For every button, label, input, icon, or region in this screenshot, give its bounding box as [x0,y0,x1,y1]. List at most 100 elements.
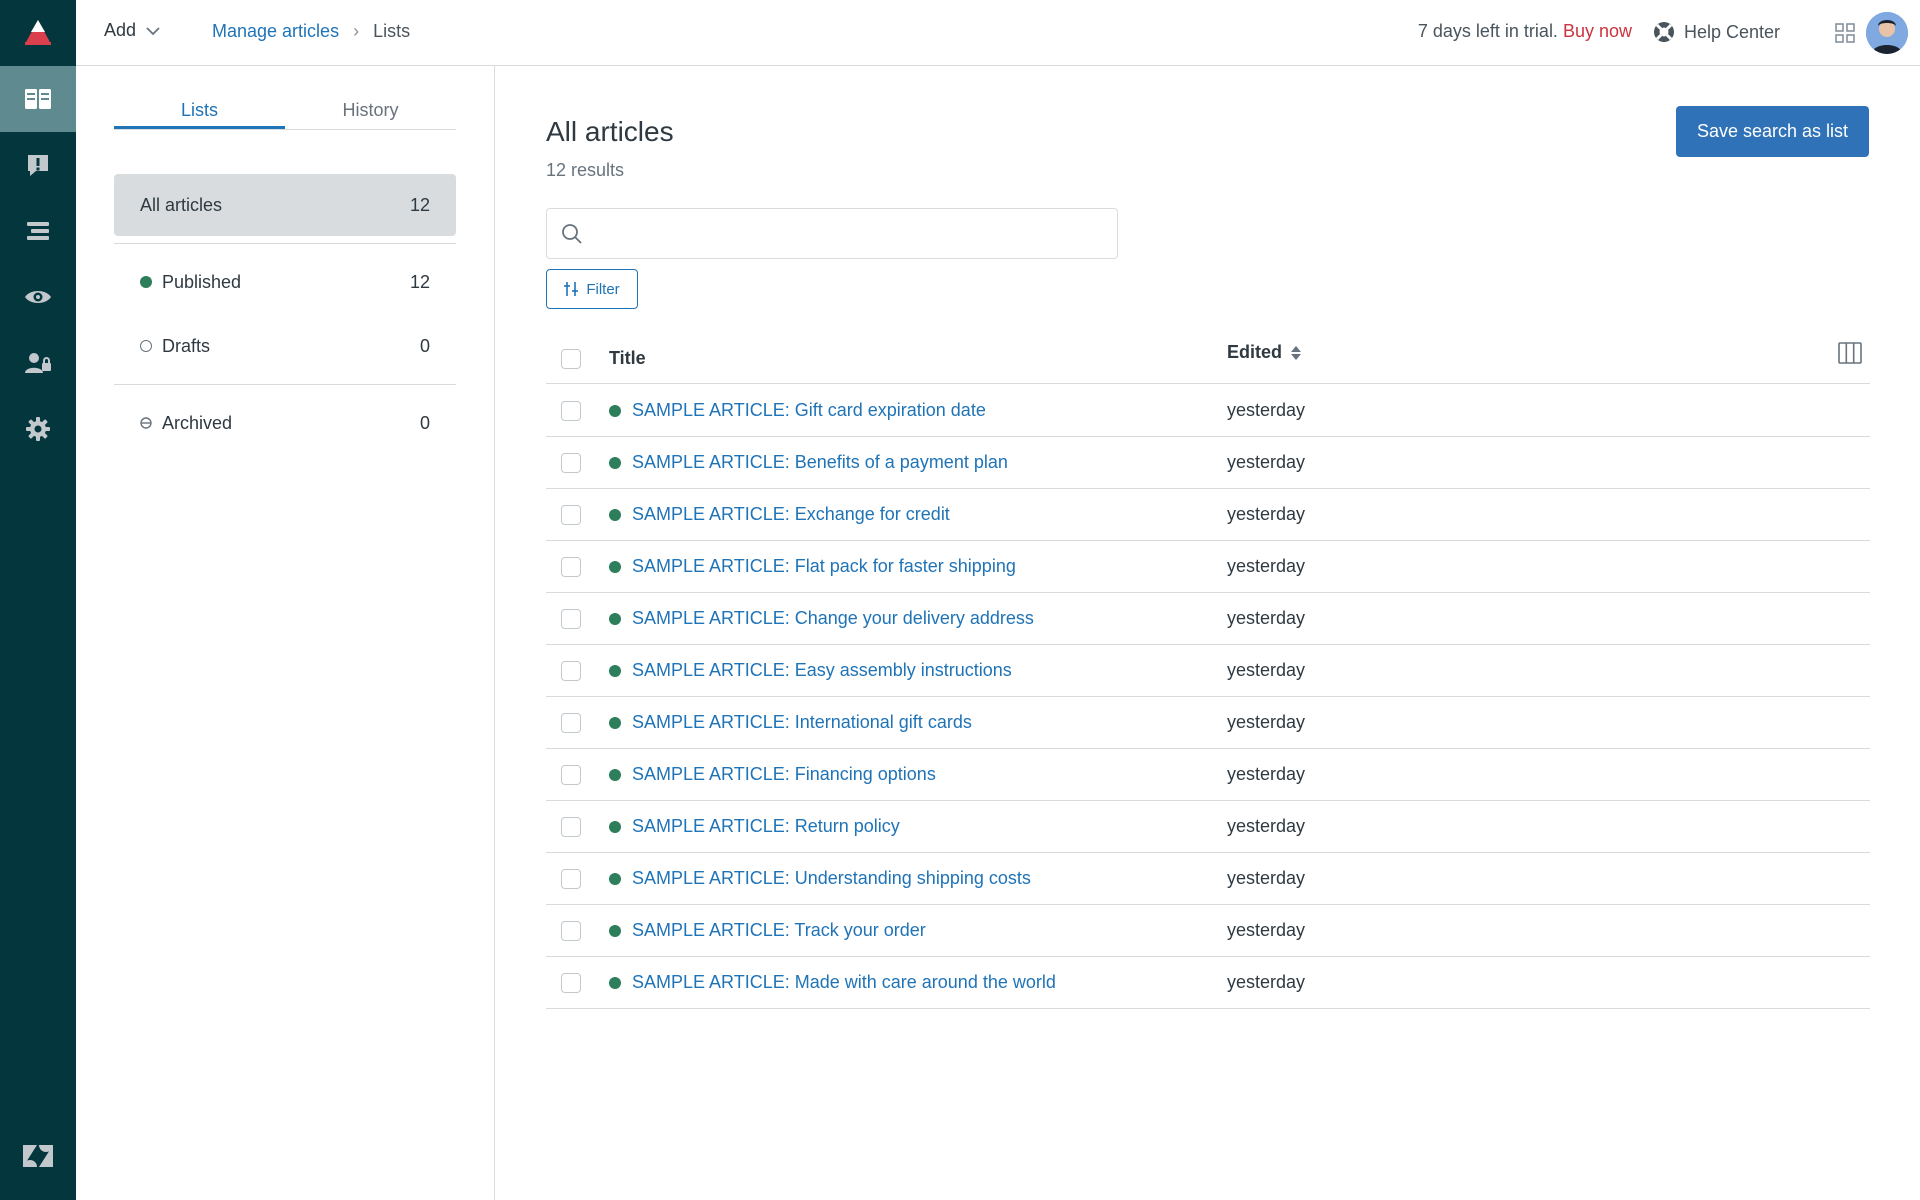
row-checkbox[interactable] [561,921,581,941]
published-status-icon [609,768,621,781]
chevron-down-icon [146,26,160,35]
tab-lists[interactable]: Lists [114,96,285,129]
article-title-link[interactable]: SAMPLE ARTICLE: International gift cards [609,712,972,733]
trial-text: 7 days left in trial. [1417,21,1558,41]
filter-button[interactable]: Filter [546,269,638,309]
article-title-link[interactable]: SAMPLE ARTICLE: Change your delivery add… [609,608,1034,629]
article-title-link[interactable]: SAMPLE ARTICLE: Benefits of a payment pl… [609,452,1008,473]
article-title: SAMPLE ARTICLE: Easy assembly instructio… [632,660,1012,680]
article-edited: yesterday [1227,972,1306,992]
row-checkbox[interactable] [561,609,581,629]
columns-config-icon[interactable] [1838,342,1862,369]
published-status-icon [609,976,621,989]
table-row: SAMPLE ARTICLE: International gift cards… [546,697,1870,749]
search-input[interactable] [593,223,1093,244]
rail-item-knowledge[interactable] [0,66,76,132]
table-row: SAMPLE ARTICLE: Benefits of a payment pl… [546,437,1870,489]
article-title: SAMPLE ARTICLE: International gift cards [632,712,972,732]
breadcrumb-separator: › [353,21,360,41]
list-label: Drafts [162,335,211,356]
lists-panel: Lists History All articles 12 Published … [76,66,495,1200]
article-edited: yesterday [1227,764,1306,784]
article-title: SAMPLE ARTICLE: Flat pack for faster shi… [632,556,1016,576]
published-status-icon [609,456,621,469]
table-row: SAMPLE ARTICLE: Flat pack for faster shi… [546,541,1870,593]
page-title: All articles [546,116,674,147]
rail-item-user-permissions[interactable] [0,330,76,396]
article-title-link[interactable]: SAMPLE ARTICLE: Understanding shipping c… [609,868,1031,889]
published-status-icon [609,508,621,521]
help-center-link[interactable]: Help Center [1652,20,1780,44]
apps-grid-icon[interactable] [1834,22,1856,49]
list-archived[interactable]: Archived 0 [114,392,456,454]
table-row: SAMPLE ARTICLE: Return policy yesterday [546,801,1870,853]
list-drafts[interactable]: Drafts 0 [114,315,456,377]
table-row: SAMPLE ARTICLE: Easy assembly instructio… [546,645,1870,697]
list-count: 0 [419,412,430,433]
rail-item-arrange[interactable] [0,198,76,264]
sort-icon [1291,345,1302,360]
article-title-link[interactable]: SAMPLE ARTICLE: Easy assembly instructio… [609,660,1012,681]
article-title-link[interactable]: SAMPLE ARTICLE: Gift card expiration dat… [609,400,986,421]
column-edited-sort[interactable]: Edited [1227,342,1302,363]
select-all-checkbox[interactable] [561,349,581,369]
article-title-link[interactable]: SAMPLE ARTICLE: Financing options [609,764,936,785]
article-title-link[interactable]: SAMPLE ARTICLE: Track your order [609,920,926,941]
row-checkbox[interactable] [561,713,581,733]
breadcrumb-current: Lists [373,21,411,41]
product-rail [0,0,76,1200]
column-edited-label: Edited [1227,342,1283,362]
published-status-icon [609,820,621,833]
user-lock-icon [25,353,51,373]
archived-status-icon [140,417,152,429]
article-title-link[interactable]: SAMPLE ARTICLE: Made with care around th… [609,972,1056,993]
list-published[interactable]: Published 12 [114,251,456,313]
buy-now-link[interactable]: Buy now [1563,21,1632,41]
row-checkbox[interactable] [561,765,581,785]
article-edited: yesterday [1227,712,1306,732]
table-row: SAMPLE ARTICLE: Gift card expiration dat… [546,385,1870,437]
article-title: SAMPLE ARTICLE: Change your delivery add… [632,608,1034,628]
row-checkbox[interactable] [561,505,581,525]
article-edited: yesterday [1227,504,1306,524]
article-title-link[interactable]: SAMPLE ARTICLE: Return policy [609,816,900,837]
article-title-link[interactable]: SAMPLE ARTICLE: Flat pack for faster shi… [609,556,1016,577]
row-checkbox[interactable] [561,557,581,577]
article-edited: yesterday [1227,452,1306,472]
help-center-label: Help Center [1683,21,1780,42]
row-checkbox[interactable] [561,869,581,889]
add-menu-button[interactable]: Add [104,20,160,41]
published-status-icon [609,560,621,573]
article-title-link[interactable]: SAMPLE ARTICLE: Exchange for credit [609,504,950,525]
row-checkbox[interactable] [561,661,581,681]
rail-item-content-cues[interactable] [0,132,76,198]
search-icon [562,223,582,244]
eye-icon [25,291,51,303]
row-checkbox[interactable] [561,453,581,473]
save-search-button[interactable]: Save search as list [1676,106,1869,157]
row-checkbox[interactable] [561,401,581,421]
published-status-icon [609,924,621,937]
article-edited: yesterday [1227,816,1306,836]
tab-history[interactable]: History [285,96,456,129]
zendesk-logo-icon[interactable] [0,1128,76,1184]
published-status-icon [609,872,621,885]
published-status-icon [140,276,152,288]
list-all-articles[interactable]: All articles 12 [114,174,456,236]
guide-logo-icon[interactable] [0,0,76,66]
published-status-icon [609,612,621,625]
user-avatar[interactable] [1866,12,1908,54]
published-status-icon [609,716,621,729]
top-bar: Add Manage articles › Lists 7 days left … [76,0,1920,66]
row-checkbox[interactable] [561,973,581,993]
list-count: 12 [409,271,430,292]
list-divider [114,384,456,385]
rail-item-preview[interactable] [0,264,76,330]
rail-item-settings[interactable] [0,396,76,462]
row-checkbox[interactable] [561,817,581,837]
list-label: Published [162,271,242,292]
lifebuoy-icon [1653,22,1674,42]
article-title: SAMPLE ARTICLE: Made with care around th… [632,972,1056,992]
table-row: SAMPLE ARTICLE: Made with care around th… [546,957,1870,1009]
breadcrumb-manage-articles[interactable]: Manage articles [212,21,339,42]
